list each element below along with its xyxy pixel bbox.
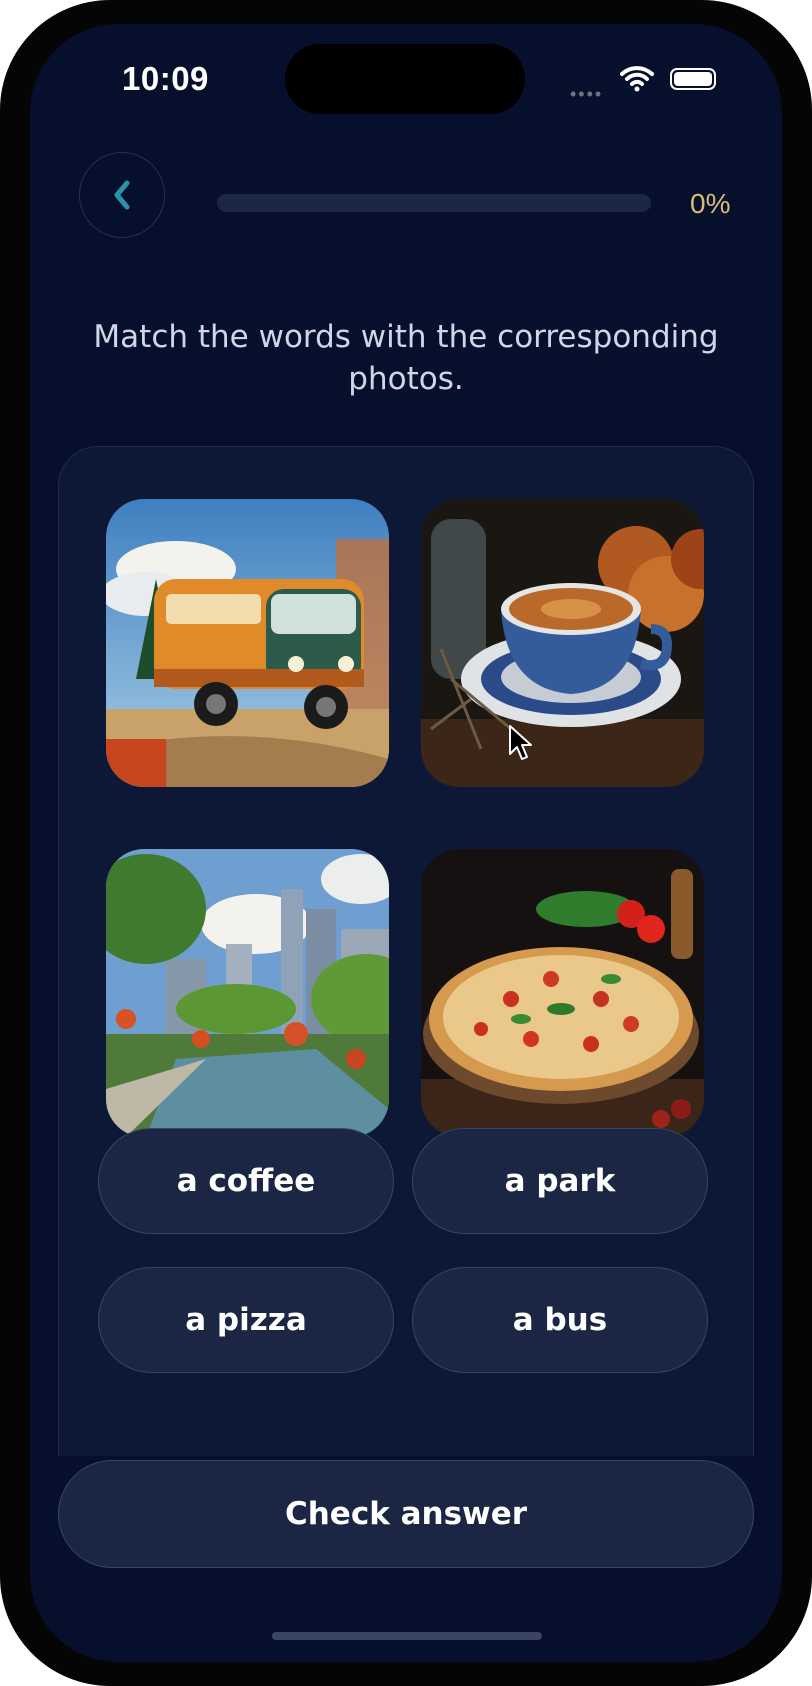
signal-icon: •••• (570, 84, 604, 104)
phone-frame: 10:09 •••• 0% Match the words with the c… (0, 0, 812, 1686)
instruction-text: Match the words with the corresponding p… (93, 319, 719, 397)
battery-icon (670, 68, 716, 90)
progress-percent: 0% (690, 188, 731, 219)
mouse-cursor-icon (509, 725, 532, 760)
word-option-park[interactable]: a park (412, 1128, 708, 1234)
back-button[interactable] (79, 152, 165, 238)
status-time: 10:09 (122, 60, 209, 97)
progress-bar (217, 194, 651, 212)
dynamic-island (285, 44, 525, 114)
coffee-photo[interactable] (421, 499, 704, 787)
park-photo[interactable] (106, 849, 389, 1137)
bus-photo[interactable] (106, 499, 389, 787)
wifi-icon (620, 64, 654, 97)
home-indicator (272, 1632, 542, 1640)
chevron-left-icon (114, 180, 130, 210)
check-answer-button[interactable]: Check answer (58, 1460, 754, 1568)
word-option-coffee[interactable]: a coffee (98, 1128, 394, 1234)
pizza-photo[interactable] (421, 849, 704, 1137)
word-option-bus[interactable]: a bus (412, 1267, 708, 1373)
matching-card: a coffee a park a pizza a bus (58, 446, 754, 1456)
app-screen: 10:09 •••• 0% Match the words with the c… (30, 24, 782, 1662)
word-option-pizza[interactable]: a pizza (98, 1267, 394, 1373)
